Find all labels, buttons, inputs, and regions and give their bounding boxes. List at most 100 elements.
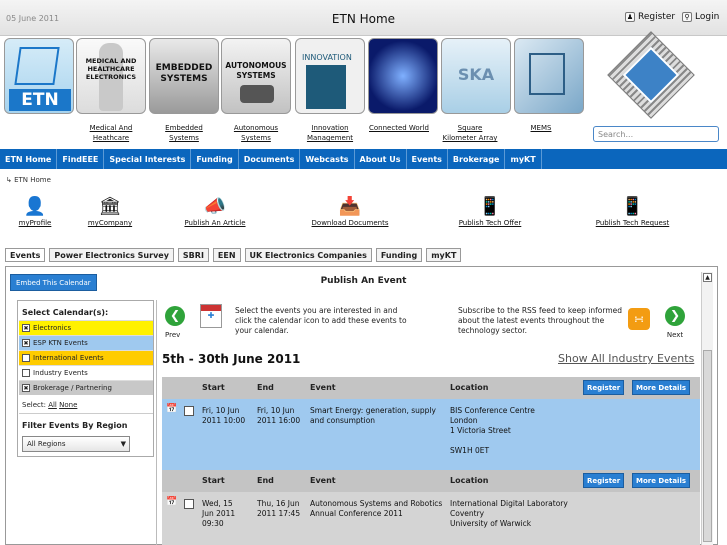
page-title: ETN Home [331, 12, 396, 26]
innovation-tile-label: INNOVATION [302, 53, 352, 62]
calendar-international[interactable]: International Events [19, 350, 153, 365]
category-connected-world[interactable]: Connected World [364, 123, 434, 133]
nav-special-interests[interactable]: Special Interests [104, 149, 192, 169]
tab-power-electronics-survey[interactable]: Power Electronics Survey [49, 248, 174, 262]
divider [19, 413, 153, 414]
quick-action-download-documents[interactable]: 📥 Download Documents [305, 196, 395, 227]
rss-instructions: Subscribe to the RSS feed to keep inform… [458, 306, 623, 335]
column-location: Location [450, 383, 489, 392]
breadcrumb-home[interactable]: ETN Home [14, 176, 51, 184]
nav-funding[interactable]: Funding [191, 149, 239, 169]
checkbox-icon[interactable] [22, 369, 30, 377]
category-medical[interactable]: Medical And Heathcare [80, 123, 142, 143]
prev-button[interactable]: ❮ Prev [165, 306, 185, 339]
event-checkbox[interactable] [184, 499, 194, 509]
nav-documents[interactable]: Documents [239, 149, 301, 169]
etn-logo-tile[interactable]: ETN [4, 38, 74, 114]
nav-webcasts[interactable]: Webcasts [300, 149, 355, 169]
nav-events[interactable]: Events [407, 149, 448, 169]
select-none-link[interactable]: None [59, 401, 77, 409]
innovation-graphic [306, 65, 346, 109]
event-end: Thu, 16 Jun 2011 17:45 [257, 499, 301, 518]
nav-etn-home[interactable]: ETN Home [0, 149, 58, 169]
event-start: Fri, 10 Jun 2011 10:00 [202, 406, 246, 425]
tab-een[interactable]: EEN [212, 248, 241, 262]
register-button[interactable]: Register [583, 473, 625, 488]
medical-tile-label: MEDICAL AND HEALTHCARE ELECTRONICS [85, 57, 137, 81]
table-row: 📅 Wed, 15 Jun 2011 09:30 Thu, 16 Jun 2011 1… [162, 492, 700, 545]
next-button[interactable]: ❯ Next [665, 306, 685, 339]
chevron-down-icon: ▼ [120, 440, 126, 448]
nav-brokerage[interactable]: Brokerage [448, 149, 506, 169]
autonomous-tile[interactable]: AUTONOMOUS SYSTEMS [221, 38, 291, 114]
chip-core [622, 46, 680, 104]
more-details-button[interactable]: More Details [632, 380, 691, 395]
calendar-esp-ktn[interactable]: ✖ ESP KTN Events [19, 335, 153, 350]
innovation-tile[interactable]: INNOVATION [295, 38, 365, 114]
connected-world-tile[interactable] [368, 38, 438, 114]
column-event: Event [310, 383, 336, 392]
tab-events[interactable]: Events [5, 248, 46, 262]
quick-action-mycompany[interactable]: 🏛 myCompany [85, 196, 135, 227]
scrollbar[interactable]: ▲ [701, 272, 713, 545]
quick-action-publish-article[interactable]: 📣 Publish An Article [180, 196, 250, 227]
checkbox-checked-icon[interactable]: ✖ [22, 384, 30, 392]
event-checkbox[interactable] [184, 406, 194, 416]
breadcrumb-arrow-icon: ↳ [6, 176, 15, 184]
category-autonomous[interactable]: Autonomous Systems [226, 123, 286, 143]
nav-about-us[interactable]: About Us [355, 149, 407, 169]
autonomous-tile-label: AUTONOMOUS SYSTEMS [225, 61, 287, 80]
scroll-thumb[interactable] [703, 350, 712, 542]
add-to-calendar-icon[interactable]: ✚ [200, 304, 222, 328]
mems-graphic [529, 53, 565, 95]
tab-sbri[interactable]: SBRI [177, 248, 209, 262]
embedded-tile-label: EMBEDDED SYSTEMS [155, 63, 213, 84]
category-ska[interactable]: Square Kilometer Array [442, 123, 498, 143]
event-end: Fri, 10 Jun 2011 16:00 [257, 406, 301, 425]
calendar-industry[interactable]: Industry Events [19, 365, 153, 380]
login-link[interactable]: ⚲ Login [682, 12, 719, 22]
embedded-tile[interactable]: EMBEDDED SYSTEMS [149, 38, 219, 114]
scroll-up-icon[interactable]: ▲ [703, 273, 712, 282]
etn-logo: ETN [9, 89, 71, 111]
search-input[interactable]: Search... [593, 126, 719, 142]
table-header: Start End Event Location Register More D… [162, 377, 700, 399]
tab-uk-electronics-companies[interactable]: UK Electronics Companies [244, 248, 372, 262]
show-all-events-link[interactable]: Show All Industry Events [558, 352, 694, 365]
quick-action-myprofile[interactable]: 👤 myProfile [10, 196, 60, 227]
nav-findeee[interactable]: FindEEE [57, 149, 105, 169]
ska-tile[interactable]: SKA [441, 38, 511, 114]
tab-mykt[interactable]: myKT [426, 248, 462, 262]
event-title: Autonomous Systems and Robotics Annual Co… [310, 499, 443, 518]
calendar-brokerage[interactable]: ✖ Brokerage / Partnering [19, 380, 153, 395]
register-button[interactable]: Register [583, 380, 625, 395]
calendar-electronics[interactable]: ✖ Electronics [19, 320, 153, 335]
category-mems[interactable]: MEMS [526, 123, 556, 133]
tab-funding[interactable]: Funding [375, 248, 423, 262]
medical-tile[interactable]: MEDICAL AND HEALTHCARE ELECTRONICS [76, 38, 146, 114]
calendar-icon[interactable]: 📅 [166, 497, 177, 507]
mems-tile[interactable] [514, 38, 584, 114]
select-all-link[interactable]: All [48, 401, 57, 409]
profile-icon: 👤 [23, 196, 47, 217]
chip-logo [607, 31, 695, 119]
quick-action-publish-tech-offer[interactable]: 📱 Publish Tech Offer [450, 196, 530, 227]
nav-mykt[interactable]: myKT [505, 149, 542, 169]
more-details-button[interactable]: More Details [632, 473, 691, 488]
ska-tile-label: SKA [457, 65, 495, 84]
category-innovation[interactable]: Innovation Management [298, 123, 362, 143]
calendar-icon[interactable]: 📅 [166, 404, 177, 414]
column-end: End [257, 476, 274, 485]
rss-icon[interactable]: ∺ [628, 308, 650, 330]
register-link[interactable]: ♟ Register [625, 12, 675, 22]
chip-graphic [14, 47, 60, 85]
checkbox-checked-icon[interactable]: ✖ [22, 324, 30, 332]
region-select[interactable]: All Regions ▼ [22, 436, 130, 452]
category-embedded[interactable]: Embedded Systems [154, 123, 214, 143]
tech-offer-icon: 📱 [478, 196, 502, 217]
publish-event-link[interactable]: Publish An Event [0, 276, 727, 286]
checkbox-icon[interactable] [22, 354, 30, 362]
checkbox-checked-icon[interactable]: ✖ [22, 339, 30, 347]
quick-action-publish-tech-request[interactable]: 📱 Publish Tech Request [585, 196, 680, 227]
publish-article-icon: 📣 [203, 196, 227, 217]
